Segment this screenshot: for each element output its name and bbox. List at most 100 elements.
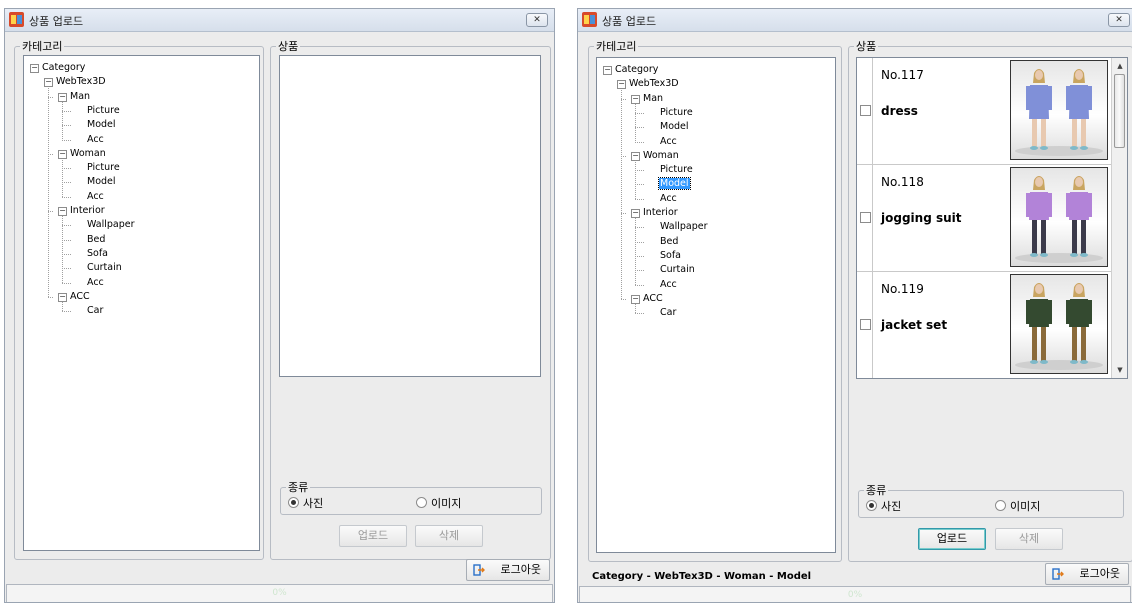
tree-node[interactable]: Model (72, 175, 116, 189)
delete-button[interactable]: 삭제 (415, 525, 483, 547)
tree-node[interactable]: Acc (72, 133, 104, 147)
tree-node[interactable]: Model (645, 177, 691, 191)
tree-expand-toggle-icon[interactable]: − (58, 207, 67, 216)
tree-expand-toggle-icon[interactable]: − (617, 80, 626, 90)
tree-node[interactable]: − WebTex3D (44, 75, 106, 89)
tree-guide-branch (62, 253, 71, 255)
product-figure (1015, 283, 1103, 370)
tree-node-label: Interior (70, 205, 105, 216)
tree-node[interactable]: Car (72, 304, 103, 318)
product-row[interactable]: No.118 jogging suit (857, 165, 1111, 272)
radio-photo[interactable]: 사진 (866, 498, 901, 514)
logout-button[interactable]: 로그아웃 (466, 559, 550, 581)
tree-node[interactable]: Picture (645, 106, 693, 120)
tree-expand-toggle-icon[interactable]: − (631, 294, 640, 304)
tree-node-label: Model (87, 119, 116, 131)
tree-node[interactable]: − WebTex3D (617, 77, 679, 91)
tree-node[interactable]: − Woman (58, 147, 106, 161)
product-legend: 상품 (856, 40, 877, 53)
tree-node[interactable]: Car (645, 306, 676, 320)
tree-node[interactable]: Model (645, 120, 689, 134)
product-checkbox[interactable] (860, 105, 871, 116)
tree-node[interactable]: − Interior (58, 204, 105, 218)
product-scrollbar[interactable]: ▲ ▼ (1111, 58, 1127, 378)
upload-button[interactable]: 업로드 (918, 528, 986, 550)
tree-node-label: Picture (87, 104, 120, 116)
tree-node[interactable]: Acc (645, 135, 677, 149)
tree-guide-line (62, 157, 63, 197)
tree-guide-branch (635, 112, 644, 114)
tree-guide-branch (62, 311, 71, 313)
tree-node[interactable]: Picture (72, 104, 120, 118)
tree-node[interactable]: Acc (645, 192, 677, 206)
tree-guide-line (62, 100, 63, 140)
tree-node-label: Acc (660, 192, 677, 204)
tree-guide-branch (635, 141, 644, 143)
logout-button[interactable]: 로그아웃 (1045, 563, 1129, 585)
product-row[interactable]: No.117 dress (857, 58, 1111, 165)
tree-node-label: WebTex3D (56, 76, 106, 88)
tree-node[interactable]: Sofa (72, 247, 108, 261)
tree-node[interactable]: Curtain (72, 261, 122, 275)
tree-node[interactable]: Curtain (645, 263, 695, 277)
tree-node[interactable]: − ACC (631, 292, 663, 306)
tree-node[interactable]: − ACC (58, 290, 90, 304)
tree-expand-toggle-icon[interactable]: − (30, 64, 39, 73)
tree-node[interactable]: Model (72, 118, 116, 132)
tree-node[interactable]: − Category (603, 63, 658, 77)
tree-node-label: Car (87, 305, 104, 317)
product-list[interactable]: No.117 dress No.118 jogging suit No.119 jacke… (856, 57, 1128, 379)
tree-expand-toggle-icon[interactable]: − (58, 92, 67, 102)
product-thumbnail[interactable] (1010, 167, 1108, 267)
tree-expand-toggle-icon[interactable]: − (631, 94, 640, 104)
tree-node[interactable]: Bed (645, 235, 678, 249)
title-bar[interactable]: 상품 업로드 ✕ (5, 9, 554, 32)
tree-node[interactable]: Picture (645, 163, 693, 177)
tree-node[interactable]: Acc (72, 190, 104, 204)
tree-node-label: Picture (87, 162, 120, 174)
tree-expand-toggle-icon[interactable]: − (58, 292, 67, 302)
tree-guide-branch (621, 98, 626, 100)
scroll-down-arrow[interactable]: ▼ (1112, 362, 1127, 378)
tree-node[interactable]: − Interior (631, 206, 678, 220)
tree-expand-toggle-icon[interactable]: − (603, 66, 612, 75)
product-thumbnail[interactable] (1010, 274, 1108, 374)
tree-node[interactable]: − Woman (631, 149, 679, 163)
product-list-empty[interactable] (279, 55, 541, 377)
tree-expand-toggle-icon[interactable]: − (58, 149, 67, 159)
scroll-thumb[interactable] (1114, 74, 1125, 148)
product-row[interactable]: No.119 jacket set (857, 272, 1111, 378)
tree-node[interactable]: Wallpaper (72, 218, 135, 232)
tree-node[interactable]: − Man (631, 92, 663, 106)
product-thumbnail[interactable] (1010, 60, 1108, 160)
radio-photo[interactable]: 사진 (288, 495, 323, 511)
upload-button[interactable]: 업로드 (339, 525, 407, 547)
tree-node[interactable]: Acc (645, 278, 677, 292)
radio-image[interactable]: 이미지 (416, 495, 461, 511)
tree-node[interactable]: Bed (72, 233, 105, 247)
close-button[interactable]: ✕ (526, 13, 548, 27)
radio-image[interactable]: 이미지 (995, 498, 1040, 514)
tree-node[interactable]: Picture (72, 161, 120, 175)
delete-button[interactable]: 삭제 (995, 528, 1063, 550)
category-legend: 카테고리 (596, 40, 637, 53)
product-checkbox-cell (857, 272, 873, 378)
category-tree[interactable]: − Category − WebTex3D − Man Picture Model Acc − Wo… (596, 57, 836, 553)
tree-node[interactable]: − Man (58, 90, 90, 104)
tree-node[interactable]: − Category (30, 61, 85, 75)
category-tree[interactable]: − Category − WebTex3D − Man Picture Model Acc − Wo… (23, 55, 260, 551)
product-checkbox-cell (857, 58, 873, 164)
tree-expand-toggle-icon[interactable]: − (631, 209, 640, 218)
tree-expand-toggle-icon[interactable]: − (631, 151, 640, 161)
radio-image-dot (416, 497, 427, 508)
product-checkbox[interactable] (860, 212, 871, 223)
scroll-up-arrow[interactable]: ▲ (1112, 58, 1127, 74)
product-checkbox[interactable] (860, 319, 871, 330)
title-bar[interactable]: 상품 업로드 ✕ (578, 9, 1132, 32)
close-button[interactable]: ✕ (1108, 13, 1130, 27)
tree-expand-toggle-icon[interactable]: − (44, 78, 53, 88)
tree-node[interactable]: Sofa (645, 249, 681, 263)
upload-window-right: 상품 업로드 ✕ 카테고리 − Category − WebTex3D − Man Pict… (577, 8, 1132, 603)
tree-node[interactable]: Wallpaper (645, 220, 708, 234)
tree-node[interactable]: Acc (72, 276, 104, 290)
